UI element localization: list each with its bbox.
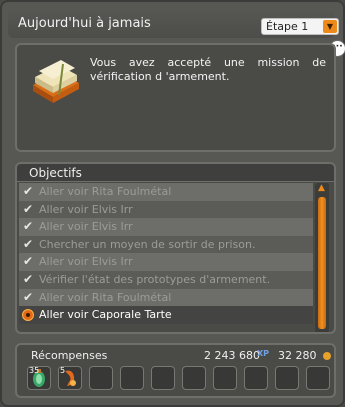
- reward-slot[interactable]: [182, 366, 206, 390]
- checkmark-icon: ✔: [23, 184, 34, 198]
- objective-item[interactable]: ✔ Vérifier l'état des prototypes d'armem…: [19, 270, 313, 289]
- xp-icon: XP: [257, 349, 270, 358]
- objective-label: Aller voir Elvis Irr: [39, 255, 133, 269]
- checkmark-icon: ✔: [23, 219, 34, 234]
- objective-label: Aller voir Rita Foulmétal: [39, 290, 172, 304]
- objective-label: Chercher un moyen de sortir de prison.: [39, 237, 256, 251]
- slot-quantity: 35: [29, 366, 40, 375]
- objective-label: Aller voir Caporale Tarte: [39, 308, 172, 322]
- quest-title: Aujourd'hui à jamais: [18, 16, 151, 31]
- reward-slot[interactable]: [306, 366, 330, 390]
- active-objective-icon: [22, 309, 34, 322]
- reward-slot[interactable]: [151, 366, 175, 390]
- step-selected-label: Étape 1: [266, 20, 309, 33]
- objective-label: Vérifier l'état des prototypes d'armemen…: [39, 272, 271, 286]
- reward-slot[interactable]: [120, 366, 144, 390]
- rewards-panel: Récompenses 2 243 680 XP 32 280 35 5: [15, 343, 336, 398]
- reward-slot[interactable]: [244, 366, 268, 390]
- objectives-title: Objectifs: [17, 164, 334, 182]
- scroll-up-icon[interactable]: ▲: [318, 183, 325, 193]
- rewards-title: Récompenses: [31, 349, 108, 362]
- quest-description: Vous avez accepté une mission de vérific…: [90, 56, 326, 83]
- reward-slot[interactable]: [213, 366, 237, 390]
- quest-book-image: [33, 60, 79, 103]
- slot-quantity: 5: [60, 366, 66, 375]
- checkmark-icon: ✔: [23, 201, 34, 216]
- step-dropdown[interactable]: Étape 1 ▼: [261, 18, 339, 35]
- kamas-icon: [323, 352, 331, 360]
- reward-slot[interactable]: [89, 366, 113, 390]
- quest-header: Aujourd'hui à jamais Étape 1 ▼: [8, 10, 339, 38]
- objectives-panel: Objectifs ✔ Aller voir Rita Foulmétal ✔ …: [15, 162, 336, 334]
- objective-label: Aller voir Elvis Irr: [39, 202, 133, 216]
- objective-item-active[interactable]: Aller voir Caporale Tarte: [19, 306, 313, 324]
- reward-slot[interactable]: [275, 366, 299, 390]
- xp-reward-value: 2 243 680: [204, 349, 260, 362]
- objective-item[interactable]: ✔ Aller voir Elvis Irr: [19, 200, 313, 219]
- objectives-list: ✔ Aller voir Rita Foulmétal ✔ Aller voir…: [19, 183, 313, 324]
- description-panel: Vous avez accepté une mission de vérific…: [15, 43, 336, 152]
- reward-slot[interactable]: 5: [58, 366, 82, 390]
- objective-label: Aller voir Rita Foulmétal: [39, 185, 172, 198]
- checkmark-icon: ✔: [23, 254, 34, 269]
- objective-item[interactable]: ✔ Chercher un moyen de sortir de prison.: [19, 235, 313, 254]
- objective-label: Aller voir Elvis Irr: [39, 220, 133, 234]
- objective-item[interactable]: ✔ Aller voir Elvis Irr: [19, 253, 313, 271]
- objective-item[interactable]: ✔ Aller voir Rita Foulmétal: [19, 288, 313, 307]
- chevron-down-icon[interactable]: ▼: [323, 20, 337, 33]
- objective-item[interactable]: ✔ Aller voir Elvis Irr: [19, 218, 313, 236]
- objectives-scrollbar[interactable]: ▲: [315, 183, 329, 332]
- objective-item[interactable]: ✔ Aller voir Rita Foulmétal: [19, 183, 313, 201]
- kamas-reward-value: 32 280: [278, 349, 317, 362]
- checkmark-icon: ✔: [23, 289, 34, 304]
- checkmark-icon: ✔: [23, 271, 34, 286]
- scrollbar-thumb[interactable]: [318, 197, 326, 329]
- checkmark-icon: ✔: [23, 236, 34, 251]
- quest-window: Aujourd'hui à jamais Étape 1 ▼ ··· Vous …: [0, 0, 345, 407]
- reward-slot[interactable]: 35: [27, 366, 51, 390]
